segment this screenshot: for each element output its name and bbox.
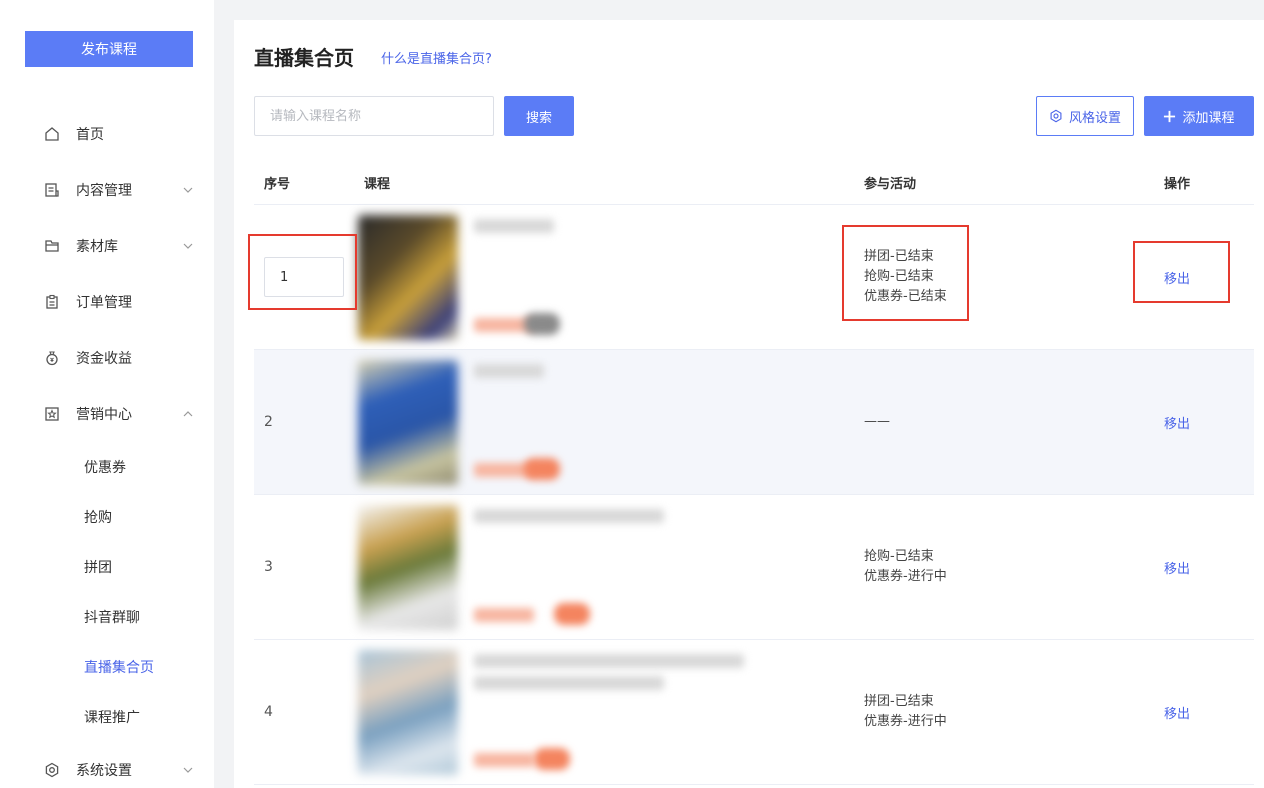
course-title-blurred: [474, 364, 544, 378]
sidebar-item-label: 资金收益: [76, 351, 132, 367]
sidebar-item-marketing[interactable]: 营销中心: [0, 394, 214, 434]
chevron-down-icon[interactable]: [180, 182, 196, 198]
chevron-down-icon[interactable]: [180, 762, 196, 778]
activity-item: 优惠券-进行中: [864, 714, 947, 729]
sidebar-item-label: 素材库: [76, 239, 118, 255]
sidebar-item-label: 营销中心: [76, 407, 132, 423]
course-thumbnail: [358, 650, 458, 775]
column-header-activities: 参与活动: [864, 177, 917, 192]
column-header-course: 课程: [364, 177, 391, 192]
sidebar-subitem-group-buy[interactable]: 拼团: [84, 557, 112, 577]
sidebar-subitem-course-promotion[interactable]: 课程推广: [84, 707, 140, 727]
sidebar-subitem-douyin-group[interactable]: 抖音群聊: [84, 607, 140, 627]
course-price-blurred: [474, 608, 534, 622]
sidebar-subitem-coupon[interactable]: 优惠券: [84, 457, 126, 477]
sidebar-item-label: 系统设置: [76, 763, 132, 779]
column-header-actions: 操作: [1164, 177, 1191, 192]
sidebar-item-label: 首页: [76, 127, 104, 143]
course-title-blurred: [474, 509, 664, 523]
search-button[interactable]: 搜索: [504, 96, 574, 136]
sidebar-item-settings[interactable]: 系统设置: [0, 750, 214, 788]
activity-list: 拼团-已结束 优惠券-进行中: [864, 692, 947, 732]
activity-item: 优惠券-进行中: [864, 569, 947, 584]
course-tag-blurred: [554, 603, 590, 625]
highlight-box-index: [248, 234, 357, 310]
highlight-box-activities: [842, 225, 969, 321]
course-thumbnail: [358, 360, 458, 485]
style-settings-label: 风格设置: [1068, 110, 1121, 126]
column-header-index: 序号: [264, 177, 291, 192]
course-price-blurred: [474, 753, 534, 767]
add-course-label: 添加课程: [1182, 110, 1235, 126]
money-bag-icon: [43, 349, 61, 367]
activity-item: 拼团-已结束: [864, 694, 934, 709]
sidebar-item-label: 内容管理: [76, 183, 132, 199]
activity-list: ——: [864, 412, 890, 432]
row-index: 3: [264, 559, 273, 575]
sidebar-item-label: 订单管理: [76, 295, 132, 311]
folder-icon: [43, 237, 61, 255]
search-input[interactable]: [254, 96, 494, 136]
table-row: 拼团-已结束 抢购-已结束 优惠券-已结束 移出: [254, 205, 1254, 350]
course-thumbnail: [358, 505, 458, 630]
sidebar-item-materials[interactable]: 素材库: [0, 226, 214, 266]
content-icon: [43, 181, 61, 199]
table-row: 3 抢购-已结束 优惠券-进行中 移出: [254, 495, 1254, 640]
row-index: 4: [264, 704, 273, 720]
remove-link[interactable]: 移出: [1164, 558, 1190, 577]
remove-link[interactable]: 移出: [1164, 413, 1190, 432]
chevron-down-icon[interactable]: [180, 238, 196, 254]
sidebar-item-orders[interactable]: 订单管理: [0, 282, 214, 322]
star-icon: [43, 405, 61, 423]
row-index: 2: [264, 414, 273, 430]
sidebar-item-content[interactable]: 内容管理: [0, 170, 214, 210]
gear-icon: [1050, 109, 1062, 123]
course-title-blurred: [474, 219, 554, 233]
sidebar-item-funds[interactable]: 资金收益: [0, 338, 214, 378]
help-link[interactable]: 什么是直播集合页?: [381, 48, 492, 67]
add-course-button[interactable]: 添加课程: [1144, 96, 1254, 136]
course-tag-blurred: [524, 313, 560, 335]
clipboard-icon: [43, 293, 61, 311]
sidebar-subitem-flash-sale[interactable]: 抢购: [84, 507, 112, 527]
course-thumbnail: [358, 215, 458, 340]
highlight-box-remove: [1133, 241, 1230, 303]
activity-list: 抢购-已结束 优惠券-进行中: [864, 547, 947, 587]
page-title: 直播集合页: [254, 46, 354, 70]
course-tag-blurred: [524, 458, 560, 480]
home-icon: [43, 125, 61, 143]
course-title-blurred: [474, 676, 664, 690]
chevron-up-icon[interactable]: [180, 406, 196, 422]
activity-item: ——: [864, 414, 890, 429]
remove-link[interactable]: 移出: [1164, 703, 1190, 722]
activity-item: 抢购-已结束: [864, 549, 934, 564]
plus-icon: [1164, 110, 1176, 122]
table-row: 2 —— 移出: [254, 350, 1254, 495]
style-settings-button[interactable]: 风格设置: [1036, 96, 1134, 136]
sidebar: 发布课程 首页 内容管理 素材库 订单管理 资金收益 营销中心 优惠券 抢购 拼…: [0, 0, 214, 788]
publish-course-button[interactable]: 发布课程: [25, 31, 193, 67]
table-row: 4 拼团-已结束 优惠券-进行中 移出: [254, 640, 1254, 785]
course-title-blurred: [474, 654, 744, 668]
course-tag-blurred: [534, 748, 570, 770]
main-panel: 直播集合页 什么是直播集合页? 搜索 风格设置 添加课程 序号 课程 参与活动 …: [234, 20, 1264, 788]
sidebar-item-home[interactable]: 首页: [0, 114, 214, 154]
gear-icon: [43, 761, 61, 779]
sidebar-subitem-live-collection[interactable]: 直播集合页: [84, 657, 154, 677]
